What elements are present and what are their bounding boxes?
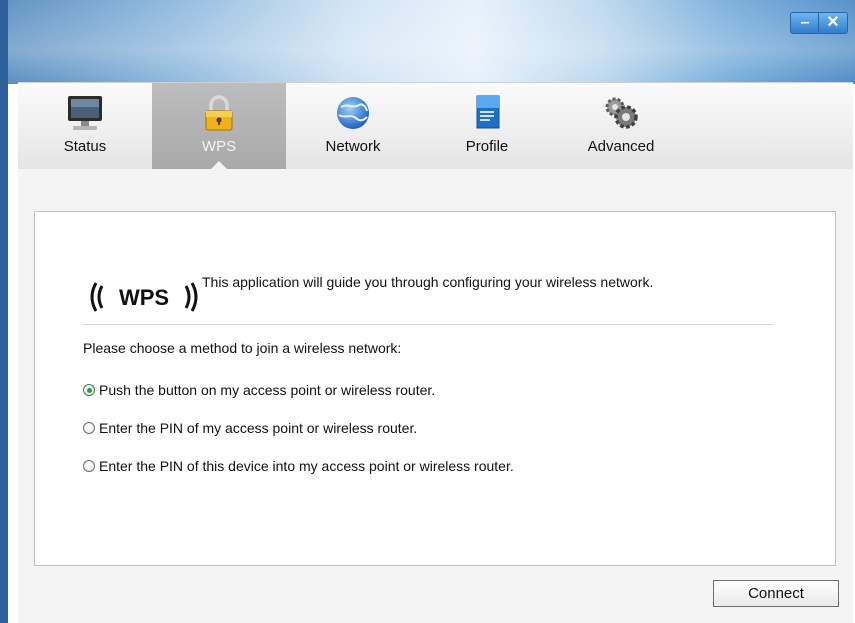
- tab-advanced[interactable]: Advanced: [554, 83, 688, 169]
- gears-icon: [601, 93, 641, 137]
- option-push-button-label: Push the button on my access point or wi…: [99, 382, 436, 398]
- option-ap-pin[interactable]: Enter the PIN of my access point or wire…: [83, 419, 417, 437]
- profile-document-icon: [467, 93, 507, 137]
- tab-wps[interactable]: WPS: [152, 83, 286, 170]
- minimize-icon: –: [800, 14, 810, 31]
- option-device-pin[interactable]: Enter the PIN of this device into my acc…: [83, 457, 514, 475]
- option-ap-pin-label: Enter the PIN of my access point or wire…: [99, 420, 418, 436]
- tab-bar: Status WPS Network Profile Advanced: [18, 82, 853, 170]
- wps-intro-text: This application will guide you through …: [202, 274, 654, 290]
- padlock-icon: [199, 93, 239, 137]
- option-device-pin-label: Enter the PIN of this device into my acc…: [99, 458, 514, 474]
- tab-advanced-label: Advanced: [587, 138, 655, 155]
- tab-network[interactable]: Network: [286, 83, 420, 169]
- connect-button[interactable]: Connect: [713, 580, 839, 607]
- radio-push-button[interactable]: [83, 384, 95, 396]
- close-button[interactable]: ✕: [818, 12, 848, 34]
- window-titlebar: [8, 0, 855, 84]
- wps-logo-text: WPS: [119, 285, 169, 310]
- wps-logo: WPS: [86, 277, 202, 317]
- monitor-icon: [65, 93, 105, 137]
- tab-profile[interactable]: Profile: [420, 83, 554, 169]
- tab-status-label: Status: [63, 138, 107, 155]
- close-icon: ✕: [826, 14, 840, 31]
- tab-status[interactable]: Status: [18, 83, 152, 169]
- divider: [82, 324, 774, 325]
- method-prompt: Please choose a method to join a wireles…: [83, 340, 402, 356]
- option-push-button[interactable]: Push the button on my access point or wi…: [83, 381, 435, 399]
- tab-profile-label: Profile: [465, 138, 509, 155]
- tab-wps-label: WPS: [201, 138, 237, 155]
- window-left-border: [0, 0, 8, 623]
- minimize-button[interactable]: –: [790, 12, 820, 34]
- radio-device-pin[interactable]: [83, 460, 95, 472]
- radio-ap-pin[interactable]: [83, 422, 95, 434]
- tab-network-label: Network: [325, 138, 381, 155]
- globe-icon: [333, 93, 373, 137]
